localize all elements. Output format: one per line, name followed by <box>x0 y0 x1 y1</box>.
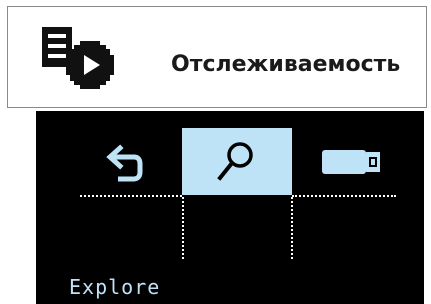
menu-guide-right <box>291 197 293 259</box>
menu-separator-right <box>292 195 396 197</box>
menu-separator-left <box>80 195 182 197</box>
header-card: Отслеживаемость <box>7 6 427 108</box>
search-icon <box>217 142 253 181</box>
menu-item-back[interactable] <box>72 128 182 195</box>
traceability-document-play-icon <box>42 27 114 89</box>
device-screen: Explore <box>36 111 424 304</box>
menu-item-usb[interactable] <box>292 128 402 195</box>
back-arrow-icon <box>106 144 143 182</box>
menu-guide-left <box>182 197 184 259</box>
status-label: Explore <box>69 275 161 299</box>
usb-drive-icon <box>322 150 380 174</box>
menu-item-search[interactable] <box>182 128 292 195</box>
page-title: Отслеживаемость <box>171 52 401 77</box>
page: Отслеживаемость Explore <box>0 0 431 304</box>
